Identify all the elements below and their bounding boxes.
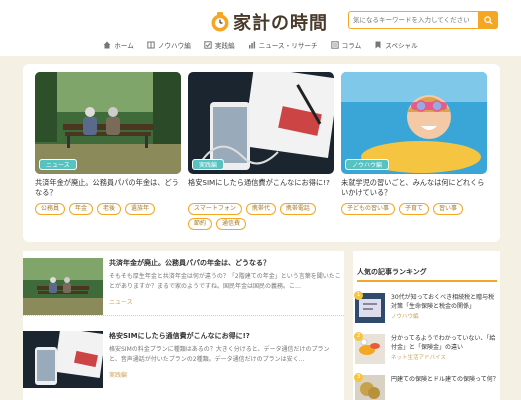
note-icon (330, 41, 339, 49)
featured-card[interactable]: ニュース 共済年金が廃止。公務員パパの年金は、どうなる？ 公務員 年金 老後 遺… (35, 72, 181, 215)
tag[interactable]: 年金 (69, 203, 94, 215)
tag[interactable]: 携帯代 (245, 203, 276, 215)
sidebar: 人気の記事ランキング 1 30代が知っておくべき相続税と贈与税対策「生命保険と税… (353, 251, 500, 400)
ranking-item[interactable]: 3 円建ての保険とドル建ての保険って何？ (354, 373, 500, 400)
category-badge[interactable]: 実践編 (192, 159, 225, 170)
category-badge[interactable]: ニュース (39, 159, 77, 170)
book-icon (147, 41, 155, 49)
ranking-category[interactable]: ネット生活アドバイス (391, 353, 446, 361)
tag[interactable]: 子育て (399, 203, 430, 215)
search-box (348, 11, 498, 29)
ranking-category[interactable]: ノウハウ編 (391, 312, 419, 320)
article-title[interactable]: 共済年金が廃止。公務員パパの年金は、どうなる？ (109, 258, 339, 268)
ranking-title[interactable]: 分かってるようでわかっていない、「給付金」と「保険金」の違い (391, 334, 499, 352)
tag-list: 公務員 年金 老後 遺族年 (35, 203, 181, 215)
tag[interactable]: 公務員 (35, 203, 66, 215)
tag-list: スマートフォン 携帯代 携帯電話 節約 通信費 (188, 203, 334, 230)
bookmark-icon (375, 41, 381, 49)
piggy-clock-icon (211, 12, 229, 32)
nav-item-news[interactable]: ニュース・リサーチ (248, 38, 318, 52)
featured-title[interactable]: 未就学児の習いごと、みんなは何にどれくらいかけている？ (341, 178, 487, 198)
featured-image-child-pool[interactable]: ノウハウ編 (341, 72, 487, 174)
featured-card[interactable]: 実践編 格安SIMにしたら通信費がこんなにお得に!? スマートフォン 携帯代 携… (188, 72, 334, 230)
nav-item-column[interactable]: コラム (330, 38, 362, 52)
category-badge[interactable]: ノウハウ編 (345, 159, 390, 170)
site-header: 家計の時間 ホーム ノウハウ編 実践編 ニュース・リサーチ コ (0, 0, 521, 56)
global-nav: ホーム ノウハウ編 実践編 ニュース・リサーチ コラム スペシャル (0, 38, 521, 52)
tag[interactable]: 携帯電話 (279, 203, 316, 215)
nav-label: ホーム (114, 42, 134, 50)
rank-number: 3 (354, 373, 363, 382)
article-excerpt: 格安SIMの料金プランに種類はあるの？大きく分けると、データ通信だけのプランと、… (109, 346, 330, 363)
tag[interactable]: 遺族年 (125, 203, 156, 215)
rank-number: 2 (354, 332, 363, 341)
list-item[interactable]: 格安SIMにしたら通信費がこんなにお得に!? 格安SIMの料金プランに種類はある… (23, 331, 344, 389)
article-thumbnail[interactable] (23, 331, 103, 388)
article-title[interactable]: 格安SIMにしたら通信費がこんなにお得に!? (109, 331, 339, 341)
featured-title[interactable]: 格安SIMにしたら通信費がこんなにお得に!? (188, 178, 334, 198)
park-bench-thumb (23, 258, 103, 315)
nav-label: 実践編 (214, 42, 235, 50)
tag[interactable]: スマートフォン (188, 203, 242, 215)
ranking-item[interactable]: 1 30代が知っておくべき相続税と贈与税対策「生命保険と税金の関係」 ノウハウ編 (354, 291, 500, 329)
ranking-title[interactable]: 30代が知っておくべき相続税と贈与税対策「生命保険と税金の関係」 (391, 293, 499, 311)
article-category[interactable]: ニュース (109, 297, 133, 306)
nav-item-special[interactable]: スペシャル (374, 38, 418, 52)
tag[interactable]: 子どもの習い事 (341, 203, 396, 215)
tag[interactable]: 節約 (188, 218, 213, 230)
home-icon (103, 41, 111, 49)
tag[interactable]: 通信費 (216, 218, 247, 230)
logo-text: 家計の時間 (233, 13, 328, 34)
nav-label: スペシャル (385, 42, 418, 50)
rank-number: 1 (354, 291, 363, 300)
ranking-item[interactable]: 2 分かってるようでわかっていない、「給付金」と「保険金」の違い ネット生活アド… (354, 332, 500, 370)
chart-icon (248, 41, 255, 49)
article-list: 共済年金が廃止。公務員パパの年金は、どうなる？ そもそも厚生年金と共済年金は何が… (23, 251, 344, 400)
tag[interactable]: 習い事 (433, 203, 464, 215)
nav-item-knowhow[interactable]: ノウハウ編 (147, 38, 191, 52)
article-thumbnail[interactable] (23, 258, 103, 315)
divider (23, 315, 344, 316)
featured-title[interactable]: 共済年金が廃止。公務員パパの年金は、どうなる？ (35, 178, 181, 198)
check-icon (204, 41, 212, 49)
search-icon (483, 15, 493, 25)
search-button[interactable] (478, 11, 498, 29)
nav-label: ノウハウ編 (157, 42, 191, 50)
tag[interactable]: 老後 (97, 203, 122, 215)
list-item[interactable]: 共済年金が廃止。公務員パパの年金は、どうなる？ そもそも厚生年金と共済年金は何が… (23, 258, 344, 316)
tag-list: 子どもの習い事 子育て 習い事 (341, 203, 487, 215)
site-logo[interactable]: 家計の時間 (210, 8, 328, 36)
article-category[interactable]: 実践編 (109, 370, 127, 379)
ranking-title[interactable]: 円建ての保険とドル建ての保険って何？ (391, 375, 499, 393)
nav-label: コラム (341, 42, 362, 50)
nav-item-practice[interactable]: 実践編 (204, 38, 235, 52)
nav-label: ニュース・リサーチ (258, 42, 318, 50)
featured-image-park-bench[interactable]: ニュース (35, 72, 181, 174)
nav-item-home[interactable]: ホーム (103, 38, 134, 52)
featured-panel: ニュース 共済年金が廃止。公務員パパの年金は、どうなる？ 公務員 年金 老後 遺… (23, 64, 500, 242)
smartphone-thumb (23, 331, 103, 388)
heading-underline (357, 280, 497, 282)
ranking-heading: 人気の記事ランキング (357, 268, 427, 276)
article-excerpt: そもそも厚生年金と共済年金は何が違うの？「2階建ての年金」という言葉を聞いたこと… (109, 273, 341, 290)
featured-card[interactable]: ノウハウ編 未就学児の習いごと、みんなは何にどれくらいかけている？ 子どもの習い… (341, 72, 487, 215)
search-input[interactable] (349, 12, 477, 28)
featured-image-smartphone[interactable]: 実践編 (188, 72, 334, 174)
